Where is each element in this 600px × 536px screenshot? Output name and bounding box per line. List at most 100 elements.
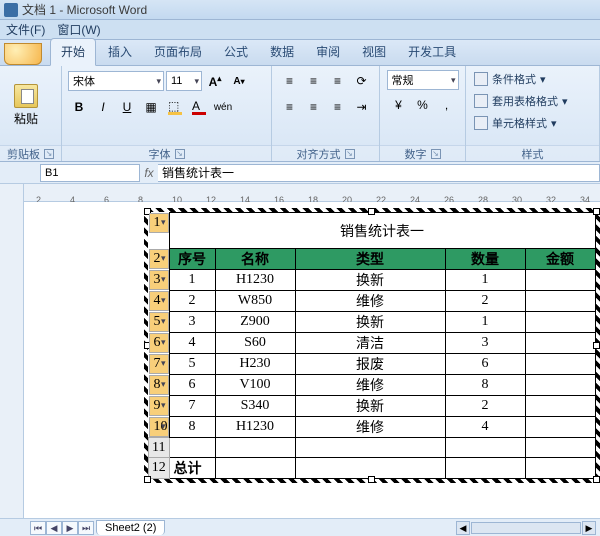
row-header[interactable]: 8 <box>149 375 169 395</box>
scroll-track[interactable] <box>471 522 581 534</box>
cell-amt[interactable] <box>525 354 595 375</box>
tab-dev[interactable]: 开发工具 <box>398 39 466 65</box>
font-size-select[interactable]: 11 <box>166 71 202 91</box>
fill-color-button[interactable]: ⬚ <box>164 96 186 118</box>
cell[interactable] <box>525 458 595 479</box>
cell[interactable] <box>445 458 525 479</box>
row-header[interactable]: 3 <box>149 270 169 290</box>
cell-type[interactable]: 报废 <box>295 354 445 375</box>
resize-handle[interactable] <box>144 476 151 483</box>
cell-type[interactable]: 清洁 <box>295 333 445 354</box>
cell-name[interactable]: Z900 <box>215 312 295 333</box>
document-area[interactable]: 1 销售统计表一 2 序号 名称 类型 数量 金额 31H1230换新142W8… <box>24 202 600 518</box>
cell-seq[interactable]: 7 <box>169 396 215 417</box>
row-header[interactable]: 12 <box>149 458 170 479</box>
spreadsheet-table[interactable]: 1 销售统计表一 2 序号 名称 类型 数量 金额 31H1230换新142W8… <box>148 212 596 479</box>
scroll-right-icon[interactable]: ▶ <box>582 521 596 535</box>
cell-type[interactable]: 维修 <box>295 291 445 312</box>
percent-button[interactable]: % <box>412 94 434 116</box>
col-header-amt[interactable]: 金额 <box>525 249 595 270</box>
clipboard-dialog-icon[interactable]: ↘ <box>44 149 54 159</box>
indent-button[interactable]: ⇥ <box>351 96 373 118</box>
table-format-button[interactable]: 套用表格格式 ▾ <box>472 92 570 110</box>
sheet-nav-first-icon[interactable]: ⏮ <box>30 521 46 535</box>
shrink-font-button[interactable]: A <box>228 70 250 92</box>
align-dialog-icon[interactable]: ↘ <box>345 149 355 159</box>
align-top-button[interactable]: ≡ <box>279 70 301 92</box>
cell-style-button[interactable]: 单元格样式 ▾ <box>472 114 559 132</box>
cell[interactable] <box>295 438 445 458</box>
cell-name[interactable]: H1230 <box>215 417 295 438</box>
align-center-button[interactable]: ≡ <box>303 96 325 118</box>
underline-button[interactable]: U <box>116 96 138 118</box>
row-header[interactable]: 1 <box>149 213 169 233</box>
bold-button[interactable]: B <box>68 96 90 118</box>
cell-qty[interactable]: 8 <box>445 375 525 396</box>
cell[interactable] <box>169 438 215 458</box>
row-header[interactable]: 6 <box>149 333 169 353</box>
cell-amt[interactable] <box>525 333 595 354</box>
font-color-button[interactable]: A <box>188 96 210 118</box>
orientation-button[interactable]: ⟳ <box>351 70 373 92</box>
cell-name[interactable]: H1230 <box>215 270 295 291</box>
number-format-select[interactable]: 常规 <box>387 70 459 90</box>
cell[interactable] <box>215 438 295 458</box>
cell-seq[interactable]: 4 <box>169 333 215 354</box>
align-left-button[interactable]: ≡ <box>279 96 301 118</box>
cell-amt[interactable] <box>525 312 595 333</box>
cell-amt[interactable] <box>525 291 595 312</box>
office-button[interactable] <box>4 43 42 65</box>
tab-layout[interactable]: 页面布局 <box>144 39 212 65</box>
cell-name[interactable]: S60 <box>215 333 295 354</box>
cell-qty[interactable]: 4 <box>445 417 525 438</box>
cell-type[interactable]: 换新 <box>295 312 445 333</box>
currency-button[interactable]: ¥ <box>388 94 410 116</box>
embedded-spreadsheet[interactable]: 1 销售统计表一 2 序号 名称 类型 数量 金额 31H1230换新142W8… <box>144 208 600 483</box>
cell-name[interactable]: W850 <box>215 291 295 312</box>
number-dialog-icon[interactable]: ↘ <box>431 149 441 159</box>
font-name-select[interactable]: 宋体 <box>68 71 164 91</box>
sheet-nav-next-icon[interactable]: ▶ <box>62 521 78 535</box>
cell-amt[interactable] <box>525 375 595 396</box>
cell-name[interactable]: V100 <box>215 375 295 396</box>
cell-seq[interactable]: 6 <box>169 375 215 396</box>
tab-review[interactable]: 审阅 <box>306 39 350 65</box>
cell-amt[interactable] <box>525 270 595 291</box>
tab-home[interactable]: 开始 <box>50 38 96 66</box>
cell-qty[interactable]: 1 <box>445 312 525 333</box>
row-header[interactable]: 2 <box>149 249 169 269</box>
formula-bar[interactable]: 销售统计表一 <box>158 164 600 182</box>
cell-type[interactable]: 换新 <box>295 396 445 417</box>
cell[interactable] <box>445 438 525 458</box>
cell-qty[interactable]: 2 <box>445 291 525 312</box>
row-header[interactable]: 9 <box>149 396 169 416</box>
comma-button[interactable]: , <box>436 94 458 116</box>
row-header[interactable]: 7 <box>149 354 169 374</box>
resize-handle[interactable] <box>593 208 600 215</box>
resize-handle[interactable] <box>368 208 375 215</box>
cell-seq[interactable]: 5 <box>169 354 215 375</box>
conditional-format-button[interactable]: 条件格式 ▾ <box>472 70 548 88</box>
cell[interactable] <box>215 458 295 479</box>
tab-view[interactable]: 视图 <box>352 39 396 65</box>
cell-seq[interactable]: 8 <box>169 417 215 438</box>
align-bottom-button[interactable]: ≡ <box>327 70 349 92</box>
paste-button[interactable]: 粘贴 <box>6 73 46 139</box>
col-header-seq[interactable]: 序号 <box>169 249 215 270</box>
total-label[interactable]: 总计 <box>169 458 215 479</box>
tab-formula[interactable]: 公式 <box>214 39 258 65</box>
resize-handle[interactable] <box>593 342 600 349</box>
cell-type[interactable]: 维修 <box>295 417 445 438</box>
align-middle-button[interactable]: ≡ <box>303 70 325 92</box>
col-header-qty[interactable]: 数量 <box>445 249 525 270</box>
cell-name[interactable]: H230 <box>215 354 295 375</box>
cell-qty[interactable]: 3 <box>445 333 525 354</box>
tab-data[interactable]: 数据 <box>260 39 304 65</box>
row-header[interactable]: 5 <box>149 312 169 332</box>
row-header[interactable]: 4 <box>149 291 169 311</box>
sheet-nav-prev-icon[interactable]: ◀ <box>46 521 62 535</box>
name-box[interactable]: B1 <box>40 164 140 182</box>
cell-qty[interactable]: 2 <box>445 396 525 417</box>
cell-name[interactable]: S340 <box>215 396 295 417</box>
sheet-tab[interactable]: Sheet2 (2) <box>96 520 165 535</box>
